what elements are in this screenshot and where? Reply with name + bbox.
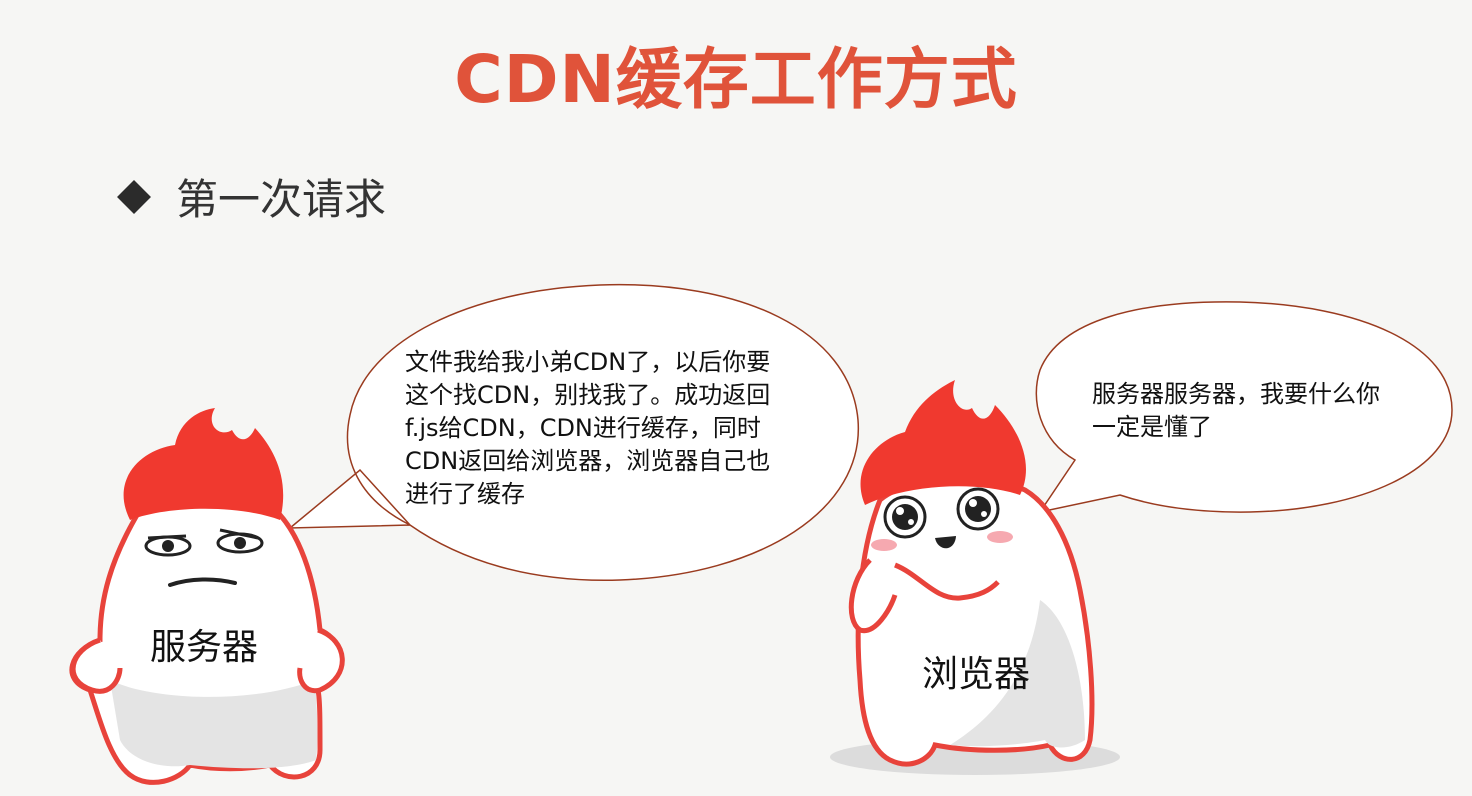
server-bubble-line: CDN返回给浏览器，浏览器自己也 (405, 447, 771, 475)
browser-bubble-line: 一定是懂了 (1092, 413, 1212, 441)
server-bubble-line: 文件我给我小弟CDN了，以后你要 (405, 348, 771, 376)
browser-bubble-text: 服务器服务器，我要什么你 一定是懂了 (1092, 378, 1380, 444)
server-bubble-text: 文件我给我小弟CDN了，以后你要 这个找CDN，别找我了。成功返回 f.js给C… (405, 346, 770, 511)
server-label: 服务器 (150, 627, 259, 668)
server-bubble-line: 这个找CDN，别找我了。成功返回 (405, 381, 771, 409)
server-flame-icon (123, 408, 284, 520)
server-bubble-line: f.js给CDN，CDN进行缓存，同时 (405, 414, 761, 442)
browser-flame-icon (860, 380, 1026, 505)
browser-bubble-line: 服务器服务器，我要什么你 (1092, 380, 1380, 408)
server-bubble-line: 进行了缓存 (405, 480, 525, 508)
server-character (69, 408, 345, 785)
browser-label: 浏览器 (922, 654, 1031, 695)
